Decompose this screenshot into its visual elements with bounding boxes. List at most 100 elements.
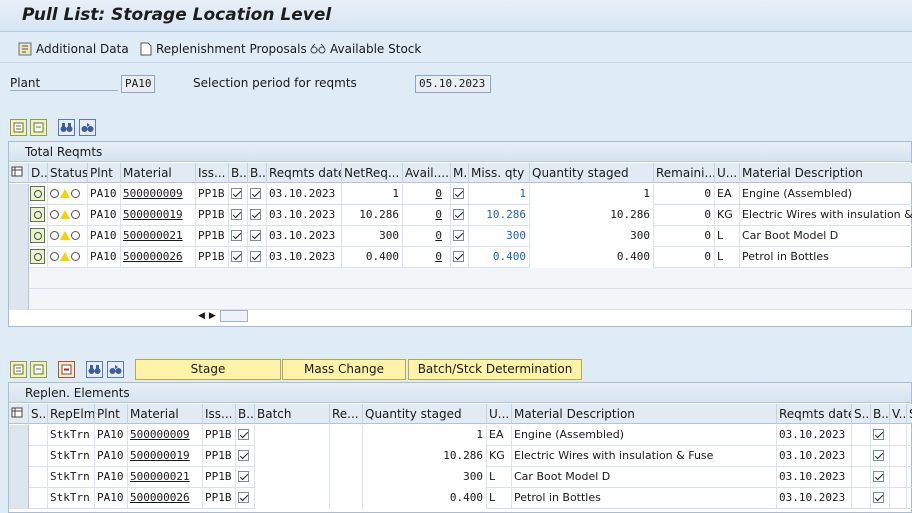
quantity-staged-input[interactable]: 1 (363, 425, 487, 446)
col-m[interactable]: M.. (451, 163, 469, 183)
table-row[interactable]: StkTrn PA10 500000019 PP1B 10.286 KG Ele… (9, 446, 912, 467)
find-lower-button[interactable] (86, 361, 103, 378)
material-link[interactable]: 500000021 (128, 467, 203, 488)
b1-checkbox[interactable] (229, 247, 248, 268)
find-next-lower-button[interactable] (107, 361, 124, 378)
col-s2[interactable]: S.. (852, 404, 871, 424)
material-link[interactable]: 500000019 (121, 205, 196, 226)
re-input[interactable] (330, 425, 363, 446)
batch-input[interactable] (255, 425, 330, 446)
column-layout-icon[interactable] (9, 404, 29, 424)
b-checkbox[interactable] (236, 425, 255, 446)
col-status[interactable]: Status (48, 163, 88, 183)
quantity-staged-input[interactable]: 0.400 (530, 247, 654, 268)
col-unit[interactable]: U... (715, 163, 740, 183)
b2-checkbox[interactable] (871, 467, 890, 488)
re-input[interactable] (330, 467, 363, 488)
table-row[interactable]: PA10 500000021 PP1B 03.10.2023 300 0 300… (9, 226, 912, 247)
row-selector[interactable] (9, 184, 29, 205)
re-input[interactable] (330, 488, 363, 509)
b-checkbox[interactable] (236, 446, 255, 467)
details-button[interactable] (29, 247, 48, 268)
batch-input[interactable] (255, 488, 330, 509)
col-s3[interactable]: S (907, 404, 912, 424)
scroll-left-icon[interactable]: ◀ (198, 311, 205, 321)
col-iss[interactable]: Iss... (196, 163, 229, 183)
quantity-staged-input[interactable]: 0.400 (363, 488, 487, 509)
b2-checkbox[interactable] (248, 184, 267, 205)
row-selector[interactable] (9, 446, 29, 467)
row-selector[interactable] (9, 425, 29, 446)
col-netreq[interactable]: NetReq... (342, 163, 403, 183)
col-material-description[interactable]: Material Description (740, 163, 912, 183)
deselect-all-button[interactable] (30, 119, 47, 136)
material-link[interactable]: 500000019 (128, 446, 203, 467)
col-quantity-staged[interactable]: Quantity staged (530, 163, 654, 183)
b1-checkbox[interactable] (229, 184, 248, 205)
table-row[interactable]: PA10 500000009 PP1B 03.10.2023 1 0 1 1 0… (9, 184, 912, 205)
select-all-button[interactable] (10, 119, 27, 136)
b2-checkbox[interactable] (248, 205, 267, 226)
row-selector[interactable] (9, 205, 29, 226)
col-b2[interactable]: B.. (871, 404, 890, 424)
avail-link[interactable]: 0 (403, 247, 451, 268)
col-avail[interactable]: Avail.... (403, 163, 451, 183)
b2-checkbox[interactable] (248, 247, 267, 268)
deselect-all-lower-button[interactable] (30, 361, 47, 378)
material-link[interactable]: 500000009 (121, 184, 196, 205)
quantity-staged-input[interactable]: 10.286 (363, 446, 487, 467)
table-row[interactable]: PA10 500000019 PP1B 03.10.2023 10.286 0 … (9, 205, 912, 226)
b2-checkbox[interactable] (871, 488, 890, 509)
m-checkbox[interactable] (451, 226, 469, 247)
col-material-description[interactable]: Material Description (512, 404, 777, 424)
column-layout-icon[interactable] (9, 163, 29, 183)
col-batch[interactable]: Batch (255, 404, 330, 424)
avail-link[interactable]: 0 (403, 205, 451, 226)
col-remaining[interactable]: Remaini... (654, 163, 715, 183)
col-reqmts-date[interactable]: Reqmts date (267, 163, 342, 183)
scroll-right-icon[interactable]: ▶ (209, 311, 216, 321)
additional-data-button[interactable]: Additional Data (18, 40, 129, 58)
col-b[interactable]: B.. (236, 404, 255, 424)
material-link[interactable]: 500000009 (128, 425, 203, 446)
table-row[interactable]: PA10 500000026 PP1B 03.10.2023 0.400 0 0… (9, 247, 912, 268)
col-plnt[interactable]: Plnt (95, 404, 128, 424)
col-s[interactable]: S.. (29, 404, 48, 424)
quantity-staged-input[interactable]: 1 (530, 184, 654, 205)
material-link[interactable]: 500000026 (121, 247, 196, 268)
b2-checkbox[interactable] (871, 446, 890, 467)
table-row[interactable]: StkTrn PA10 500000021 PP1B 300 L Car Boo… (9, 467, 912, 488)
batch-input[interactable] (255, 446, 330, 467)
select-all-lower-button[interactable] (10, 361, 27, 378)
plant-field[interactable]: PA10 (121, 75, 155, 93)
col-iss[interactable]: Iss... (203, 404, 236, 424)
col-b1[interactable]: B.. (229, 163, 248, 183)
m-checkbox[interactable] (451, 184, 469, 205)
quantity-staged-input[interactable]: 10.286 (530, 205, 654, 226)
m-checkbox[interactable] (451, 247, 469, 268)
selection-period-field[interactable]: 05.10.2023 (415, 75, 491, 93)
row-selector[interactable] (9, 226, 29, 247)
mass-change-button[interactable]: Mass Change (282, 359, 406, 380)
scroll-thumb[interactable] (219, 310, 248, 322)
col-quantity-staged[interactable]: Quantity staged (363, 404, 487, 424)
b1-checkbox[interactable] (229, 205, 248, 226)
col-repelm[interactable]: RepElm (48, 404, 95, 424)
details-button[interactable] (29, 226, 48, 247)
col-plnt[interactable]: Plnt (88, 163, 121, 183)
b-checkbox[interactable] (236, 467, 255, 488)
row-selector[interactable] (9, 247, 29, 268)
b2-checkbox[interactable] (248, 226, 267, 247)
replenishment-proposals-button[interactable]: Replenishment Proposals (140, 40, 307, 58)
available-stock-button[interactable]: Available Stock (310, 40, 421, 58)
row-selector[interactable] (9, 467, 29, 488)
row-selector[interactable] (9, 488, 29, 509)
find-button[interactable] (58, 119, 75, 136)
horizontal-scrollbar[interactable]: ◀ ▶ (198, 309, 248, 323)
details-button[interactable] (29, 184, 48, 205)
col-d[interactable]: D.. (29, 163, 48, 183)
b1-checkbox[interactable] (229, 226, 248, 247)
avail-link[interactable]: 0 (403, 226, 451, 247)
delete-row-button[interactable] (58, 361, 75, 378)
col-material[interactable]: Material (121, 163, 196, 183)
